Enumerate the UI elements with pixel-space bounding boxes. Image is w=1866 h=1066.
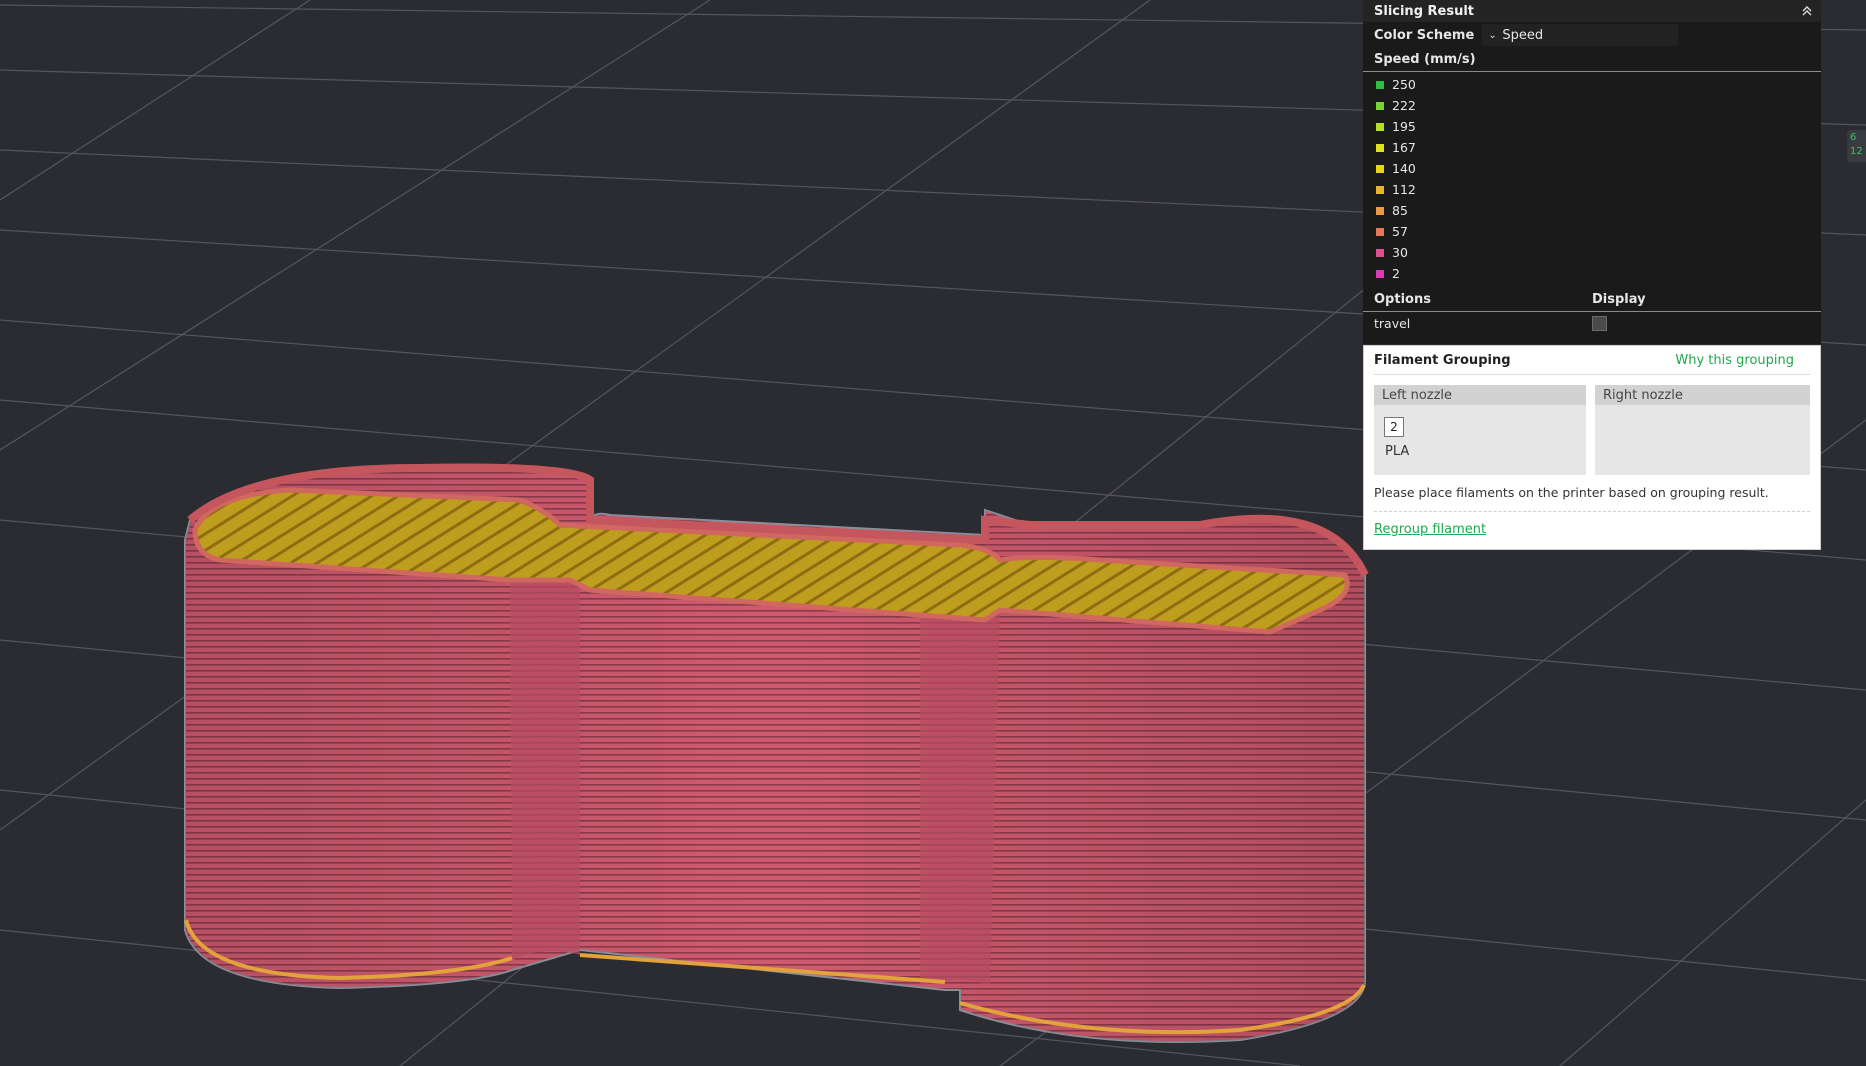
legend-value: 140: [1392, 161, 1416, 176]
legend-value: 112: [1392, 182, 1416, 197]
filament-grouping-header: Filament Grouping Why this grouping: [1374, 346, 1810, 375]
edge-widget-line1: 6: [1850, 132, 1857, 143]
legend-swatch: [1376, 80, 1384, 89]
legend-item: 57: [1363, 221, 1821, 242]
color-scheme-label: Color Scheme: [1374, 27, 1475, 43]
options-column-header: Options: [1374, 292, 1431, 307]
legend-item: 2: [1363, 263, 1821, 284]
filament-type: PLA: [1385, 444, 1410, 459]
legend-swatch: [1376, 185, 1384, 194]
legend-title: Speed (mm/s): [1363, 48, 1821, 72]
edge-widget[interactable]: 6 12: [1847, 130, 1866, 162]
legend-item: 30: [1363, 242, 1821, 263]
right-nozzle-label: Right nozzle: [1595, 385, 1810, 405]
legend-item: 222: [1363, 95, 1821, 116]
legend-item: 140: [1363, 158, 1821, 179]
legend-item: 167: [1363, 137, 1821, 158]
legend-item: 112: [1363, 179, 1821, 200]
edge-widget-line2: 12: [1850, 146, 1863, 157]
slicing-result-header: Slicing Result: [1363, 0, 1821, 22]
slicing-result-panel: Slicing Result Color Scheme ⌄ Speed Spee…: [1363, 0, 1821, 344]
legend-value: 30: [1392, 245, 1408, 260]
regroup-filament-link[interactable]: Regroup filament: [1374, 522, 1486, 537]
model-neck-right: [920, 595, 1000, 985]
legend-item: 195: [1363, 116, 1821, 137]
color-scheme-value: Speed: [1502, 27, 1544, 43]
legend-value: 250: [1392, 77, 1416, 92]
collapse-icon[interactable]: [1799, 3, 1815, 19]
slicing-result-title: Slicing Result: [1374, 3, 1475, 19]
legend-swatch: [1376, 143, 1384, 152]
nozzle-groups: Left nozzle 2 PLA Right nozzle: [1374, 385, 1810, 477]
legend-swatch: [1376, 269, 1384, 278]
speed-legend: 250 222 195 167 140 112 85 57 30 2: [1363, 72, 1821, 284]
legend-swatch: [1376, 164, 1384, 173]
legend-swatch: [1376, 206, 1384, 215]
right-nozzle-group: Right nozzle: [1595, 385, 1810, 475]
legend-value: 2: [1392, 266, 1400, 281]
travel-display-checkbox[interactable]: [1592, 315, 1607, 331]
legend-value: 57: [1392, 224, 1408, 239]
legend-swatch: [1376, 248, 1384, 257]
printed-model[interactable]: [184, 463, 1369, 1043]
legend-item: 85: [1363, 200, 1821, 221]
chevron-down-icon: ⌄: [1488, 29, 1497, 41]
why-grouping-link[interactable]: Why this grouping: [1675, 353, 1794, 368]
left-nozzle-group: Left nozzle 2 PLA: [1374, 385, 1586, 475]
filament-chip[interactable]: 2: [1384, 417, 1404, 437]
legend-value: 222: [1392, 98, 1416, 113]
color-scheme-row: Color Scheme ⌄ Speed: [1363, 22, 1821, 48]
display-column-header: Display: [1592, 292, 1646, 307]
model-neck-left: [510, 563, 580, 960]
filament-grouping-panel: Filament Grouping Why this grouping Left…: [1363, 345, 1821, 550]
filament-grouping-title: Filament Grouping: [1374, 352, 1511, 368]
legend-swatch: [1376, 227, 1384, 236]
legend-value: 167: [1392, 140, 1416, 155]
legend-swatch: [1376, 101, 1384, 110]
legend-item: 250: [1363, 74, 1821, 95]
legend-swatch: [1376, 122, 1384, 131]
legend-value: 85: [1392, 203, 1408, 218]
option-label: travel: [1374, 315, 1411, 331]
grouping-note: Please place filaments on the printer ba…: [1374, 485, 1810, 512]
legend-value: 195: [1392, 119, 1416, 134]
color-scheme-select[interactable]: ⌄ Speed: [1482, 24, 1679, 46]
left-nozzle-label: Left nozzle: [1374, 385, 1586, 405]
option-row-travel: travel: [1363, 312, 1821, 334]
options-header: Options Display: [1363, 288, 1821, 312]
